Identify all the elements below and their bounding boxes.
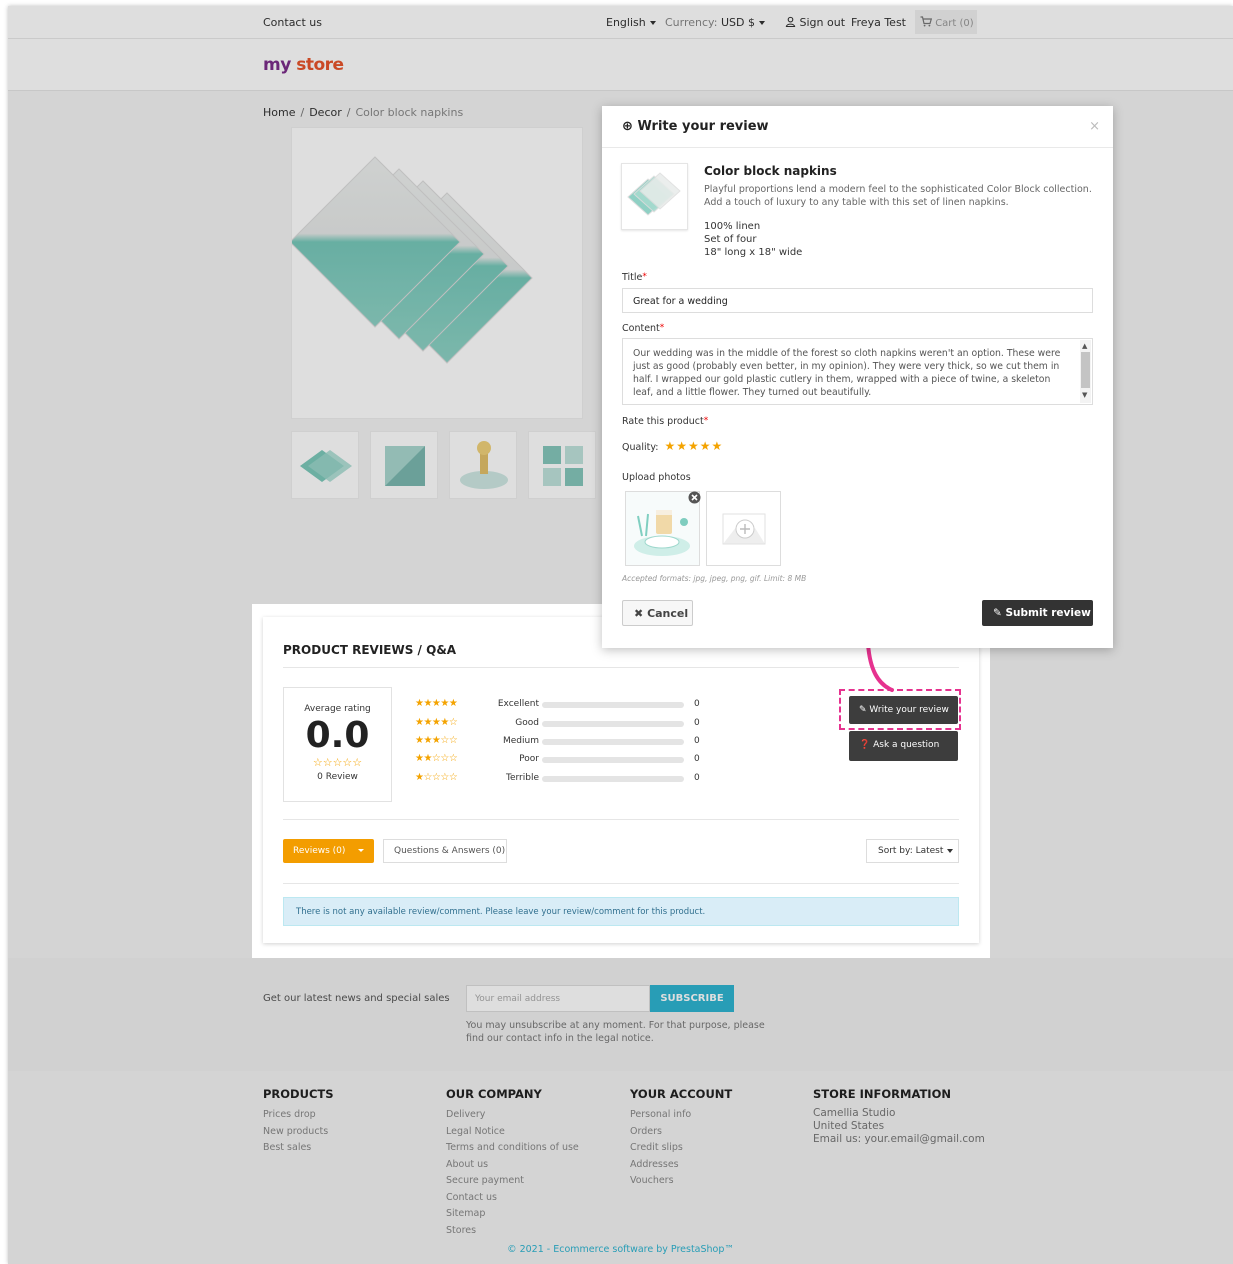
write-review-button[interactable]: ✎ Write your review xyxy=(849,696,958,724)
pencil-icon: ✎ xyxy=(993,607,1002,619)
review-count: 0 Review xyxy=(317,772,358,782)
write-review-modal: ⊕ Write your review × Color block napkin… xyxy=(602,106,1113,648)
product-description: Playful proportions lend a modern feel t… xyxy=(704,184,1092,208)
average-stars: ☆☆☆☆☆ xyxy=(312,756,363,769)
rating-row-good: ★★★★☆ Good 0 xyxy=(415,717,715,731)
scrollbar-thumb[interactable] xyxy=(1081,352,1090,388)
submit-label: Submit review xyxy=(1005,607,1091,619)
accepted-formats-note: Accepted formats: jpg, jpeg, png, gif. L… xyxy=(622,574,807,583)
uploaded-photo xyxy=(625,491,701,566)
average-rating-value: 0.0 xyxy=(305,715,370,756)
required-mark: * xyxy=(703,416,709,426)
average-rating-label: Average rating xyxy=(304,704,371,714)
tab-reviews-label: Reviews (0) xyxy=(293,846,346,856)
required-mark: * xyxy=(642,272,647,282)
product-spec: Set of four xyxy=(704,234,757,245)
textarea-scrollbar[interactable]: ▲ ▼ xyxy=(1080,340,1091,403)
caret-down-icon xyxy=(358,849,364,852)
sort-label: Sort by: Latest xyxy=(878,846,944,856)
close-icon: ✖ xyxy=(634,607,644,620)
add-photo-button[interactable] xyxy=(706,491,781,566)
rating-row-excellent: ★★★★★ Excellent 0 xyxy=(415,698,715,712)
quality-label: Quality: xyxy=(622,442,659,453)
rating-count: 0 xyxy=(694,773,700,783)
review-content-text: Our wedding was in the middle of the for… xyxy=(633,348,1061,398)
title-field-label: Title* xyxy=(622,272,647,283)
rating-row-poor: ★★☆☆☆ Poor 0 xyxy=(415,753,715,767)
quality-stars-input[interactable]: ★★★★★ xyxy=(664,439,723,453)
rating-name: Terrible xyxy=(506,773,539,783)
average-rating-box: Average rating 0.0 ☆☆☆☆☆ 0 Review xyxy=(283,687,392,802)
rating-name: Medium xyxy=(503,736,539,746)
rating-stars: ★★★★☆ xyxy=(415,717,458,728)
review-content-textarea[interactable]: Our wedding was in the middle of the for… xyxy=(622,338,1093,405)
remove-photo-icon[interactable] xyxy=(688,491,701,504)
rating-stars: ★★★☆☆ xyxy=(415,735,458,746)
submit-review-button[interactable]: ✎ Submit review xyxy=(982,600,1093,626)
cancel-label: Cancel xyxy=(647,607,689,620)
rating-count: 0 xyxy=(694,736,700,746)
add-image-icon xyxy=(722,513,766,545)
rating-name: Excellent xyxy=(497,699,539,709)
rating-bar xyxy=(542,776,684,782)
rating-bar xyxy=(542,702,684,708)
sort-dropdown[interactable]: Sort by: Latest xyxy=(866,839,959,863)
product-name: Color block napkins xyxy=(704,164,837,178)
rating-stars: ★☆☆☆☆ xyxy=(415,772,458,783)
rate-label: Rate this product* xyxy=(622,416,708,427)
plus-circle-icon: ⊕ xyxy=(622,119,633,134)
rating-count: 0 xyxy=(694,718,700,728)
napkins-thumb-icon xyxy=(627,172,681,216)
product-spec: 100% linen xyxy=(704,221,761,232)
rating-bar xyxy=(542,757,684,763)
rating-bar xyxy=(542,739,684,745)
rating-bar xyxy=(542,721,684,727)
cancel-button[interactable]: ✖ Cancel xyxy=(622,600,693,626)
ask-question-button[interactable]: ❓ Ask a question xyxy=(849,731,958,761)
product-specs: 100% linen Set of four 18" long x 18" wi… xyxy=(704,220,802,259)
rating-stars: ★★★★★ xyxy=(415,698,458,709)
rating-name: Poor xyxy=(519,754,539,764)
pencil-icon: ✎ xyxy=(859,705,867,715)
content-field-label: Content* xyxy=(622,323,664,334)
close-icon[interactable]: × xyxy=(1089,119,1100,134)
modal-title-text: Write your review xyxy=(637,119,769,134)
tab-reviews[interactable]: Reviews (0) xyxy=(283,839,374,863)
upload-photos-label: Upload photos xyxy=(622,472,691,483)
question-icon: ❓ xyxy=(859,740,871,750)
rating-row-medium: ★★★☆☆ Medium 0 xyxy=(415,735,715,749)
write-review-label: Write your review xyxy=(869,705,949,715)
content-label-text: Content xyxy=(622,323,660,334)
rating-count: 0 xyxy=(694,699,700,709)
page-frame: Contact us English Currency: USD $ Sign … xyxy=(8,6,1233,1264)
title-label-text: Title xyxy=(622,272,643,283)
rating-name: Good xyxy=(515,718,539,728)
modal-title: ⊕ Write your review xyxy=(622,119,769,134)
product-thumb xyxy=(621,163,688,230)
divider xyxy=(283,883,959,884)
rating-count: 0 xyxy=(694,754,700,764)
reviews-title: PRODUCT REVIEWS / Q&A xyxy=(283,643,457,657)
rating-row-terrible: ★☆☆☆☆ Terrible 0 xyxy=(415,772,715,786)
empty-reviews-notice: There is not any available review/commen… xyxy=(283,897,959,926)
tab-questions[interactable]: Questions & Answers (0) xyxy=(383,839,507,863)
caret-down-icon xyxy=(947,848,954,853)
scroll-down-icon[interactable]: ▼ xyxy=(1082,389,1087,402)
quality-rating: Quality: ★★★★★ xyxy=(622,439,723,453)
rate-label-text: Rate this product xyxy=(622,416,704,427)
divider xyxy=(283,819,959,820)
review-title-input[interactable]: Great for a wedding xyxy=(622,288,1093,313)
required-mark: * xyxy=(659,323,665,333)
ask-question-label: Ask a question xyxy=(873,740,940,750)
modal-header: ⊕ Write your review × xyxy=(602,106,1113,148)
rating-stars: ★★☆☆☆ xyxy=(415,753,458,764)
product-spec: 18" long x 18" wide xyxy=(704,247,803,258)
